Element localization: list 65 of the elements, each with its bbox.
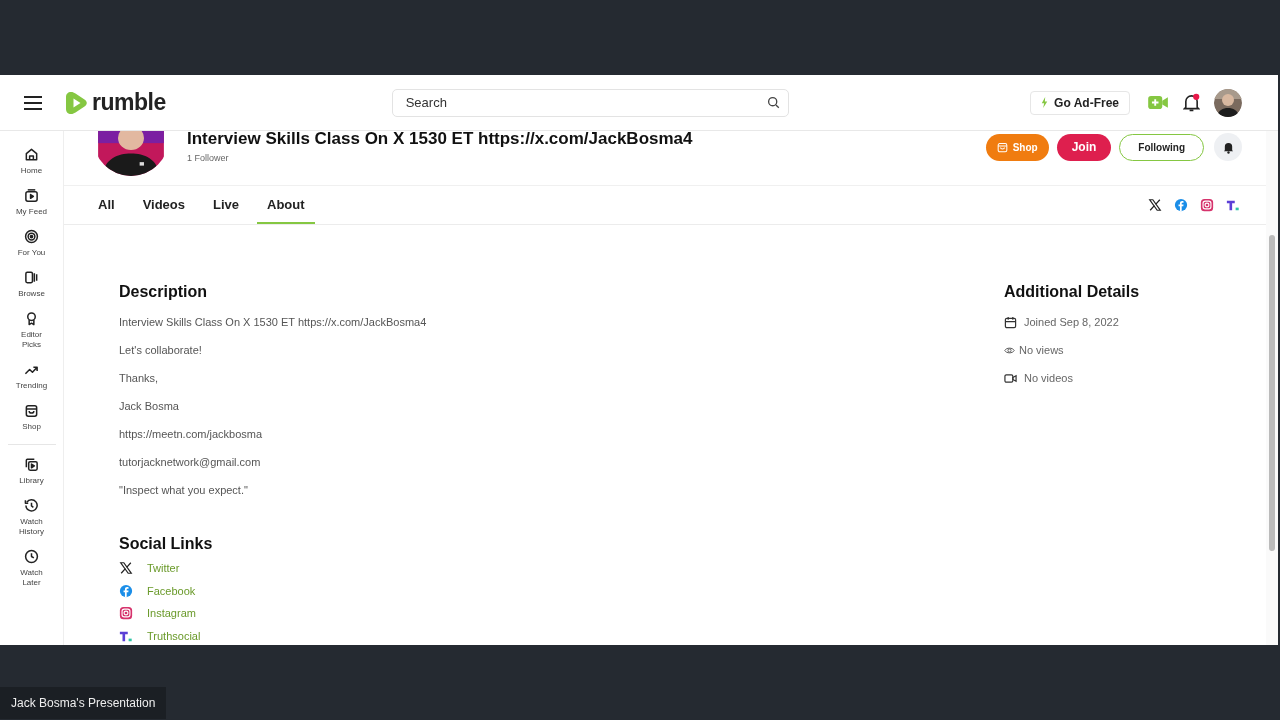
bag-icon xyxy=(24,403,39,418)
sidebar-item[interactable]: Watch Later xyxy=(14,568,49,588)
facebook-icon[interactable] xyxy=(119,583,133,598)
search-field[interactable]: Search xyxy=(391,88,789,117)
sidebar-item[interactable]: Watch History xyxy=(14,517,49,537)
section-heading: Additional Details xyxy=(1004,283,1141,301)
sidebar-item[interactable]: Editor Picks xyxy=(14,330,49,350)
truth-social-icon[interactable] xyxy=(1226,198,1240,212)
ribbon-icon xyxy=(24,311,39,326)
lightning-icon xyxy=(1041,97,1049,108)
description-line: "Inspect what you expect." xyxy=(119,483,249,497)
target-icon xyxy=(24,229,39,244)
home-icon xyxy=(24,147,39,162)
tab[interactable]: Live xyxy=(203,186,250,224)
following-button[interactable]: Following xyxy=(1119,133,1204,161)
notification-bell-icon[interactable] xyxy=(1183,93,1200,112)
x-icon[interactable] xyxy=(119,561,133,576)
description-line: Let's collaborate! xyxy=(119,343,203,357)
sidebar-item[interactable]: My Feed xyxy=(14,207,49,217)
tab[interactable]: About xyxy=(257,186,315,224)
browse-icon xyxy=(24,270,39,285)
bag-icon xyxy=(996,141,1008,153)
description-line: tutorjacknetwork@gmail.com xyxy=(119,455,262,469)
eye-icon xyxy=(1004,344,1015,356)
description-line: Thanks, xyxy=(119,371,160,385)
instagram-icon[interactable] xyxy=(1200,198,1214,212)
tab[interactable]: All xyxy=(88,186,125,224)
section-heading: Social Links xyxy=(119,535,214,553)
sidebar-item[interactable]: Browse xyxy=(14,289,49,299)
library-icon xyxy=(24,457,39,472)
sidebar-item[interactable]: Shop xyxy=(14,422,49,432)
calendar-icon xyxy=(1004,315,1017,329)
sidebar-item[interactable]: Library xyxy=(14,476,49,486)
description-line: Interview Skills Class On X 1530 ET https://x.com/JackBosma4 xyxy=(119,315,428,329)
clock-icon xyxy=(24,549,39,564)
channel-title: Interview Skills Class On X 1530 ET https://x.com/JackBosma4 xyxy=(187,131,693,147)
detail-text: Joined Sep 8, 2022 xyxy=(1024,316,1119,328)
feed-icon xyxy=(24,188,39,203)
instagram-icon[interactable] xyxy=(119,606,133,621)
go-ad-free-button[interactable]: Go Ad-Free xyxy=(1030,90,1130,115)
bell-icon xyxy=(1222,140,1234,154)
social-link[interactable]: Truthsocial xyxy=(147,629,201,642)
presenter-label: Jack Bosma's Presentation xyxy=(0,687,167,719)
social-link[interactable]: Facebook xyxy=(147,584,196,597)
tab[interactable]: Videos xyxy=(132,186,195,224)
scrollbar[interactable] xyxy=(1266,131,1278,645)
sidebar-item[interactable]: Home xyxy=(14,166,49,176)
description-line: https://meetn.com/jackbosma xyxy=(119,427,264,441)
x-icon[interactable] xyxy=(1148,198,1162,212)
join-button[interactable]: Join xyxy=(1056,133,1112,161)
description-line: Jack Bosma xyxy=(119,399,180,413)
history-icon xyxy=(24,498,39,513)
sidebar-item[interactable]: For You xyxy=(14,248,49,258)
sidebar-item[interactable]: Trending xyxy=(14,381,49,391)
logo-text[interactable]: rumble xyxy=(92,89,166,116)
social-link[interactable]: Twitter xyxy=(147,562,180,575)
search-icon[interactable] xyxy=(766,95,780,109)
facebook-icon[interactable] xyxy=(1174,198,1188,212)
detail-text: No views xyxy=(1019,344,1064,356)
detail-text: No videos xyxy=(1024,372,1073,384)
menu-icon[interactable] xyxy=(23,94,43,111)
video-camera-icon xyxy=(1004,371,1017,385)
notification-bell-button[interactable] xyxy=(1214,133,1242,161)
follower-count: 1 Follower xyxy=(187,153,230,163)
section-heading: Description xyxy=(119,283,208,301)
